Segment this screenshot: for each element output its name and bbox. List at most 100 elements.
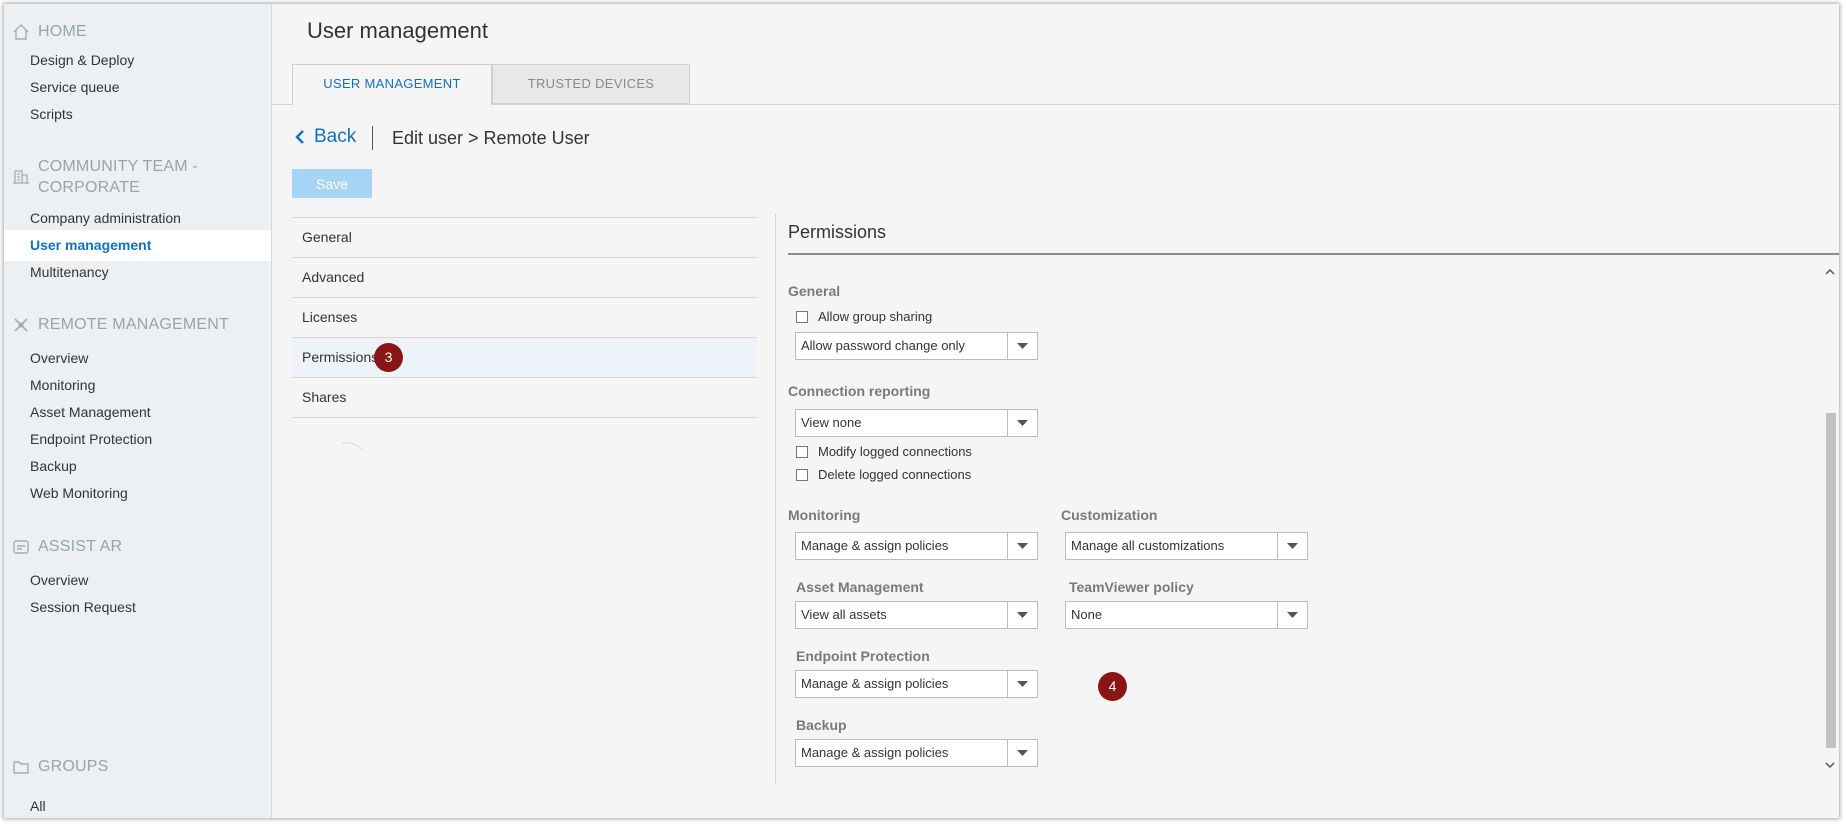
permissions-scrollbar[interactable] (1823, 266, 1837, 771)
back-label: Back (314, 126, 357, 147)
breadcrumb: Edit user > Remote User (392, 128, 590, 148)
save-button[interactable]: Save (292, 169, 372, 198)
dropdown-button[interactable] (1007, 410, 1037, 436)
caret-down-icon (1017, 750, 1028, 756)
chevron-down-icon[interactable] (1824, 759, 1836, 771)
dropdown-button[interactable] (1007, 602, 1037, 628)
delete-logged-connections-checkbox[interactable] (796, 468, 808, 481)
menu-item-general[interactable]: General (292, 218, 757, 258)
menu-item-shares[interactable]: Shares (292, 378, 757, 418)
teamviewer-policy-select[interactable]: None (1065, 601, 1308, 629)
menu-item-label: Advanced (302, 269, 365, 285)
caret-down-icon (1017, 420, 1028, 426)
connection-reporting-select[interactable]: View none (795, 409, 1038, 437)
select-value: None (1071, 607, 1103, 622)
home-icon (13, 24, 29, 40)
menu-item-label: Shares (302, 389, 347, 405)
chevron-left-icon (295, 130, 304, 144)
tab-trusted-devices[interactable]: TRUSTED DEVICES (492, 64, 690, 104)
group-label-general: General (788, 283, 841, 299)
sidebar-section-home[interactable]: HOME (12, 21, 87, 42)
allow-group-sharing-checkbox[interactable] (796, 310, 808, 323)
app-window: HOME Design & Deploy Service queue Scrip… (4, 4, 1839, 818)
sidebar-section-title-line2: CORPORATE (38, 179, 140, 196)
customization-select[interactable]: Manage all customizations (1065, 532, 1308, 560)
select-value: Manage & assign policies (801, 538, 949, 553)
settings-menu: General Advanced Licenses Permissions 3 … (292, 217, 757, 418)
assist-ar-icon (13, 540, 29, 554)
group-label-customization: Customization (1061, 507, 1158, 523)
breadcrumb-divider (372, 126, 373, 150)
sidebar-item-multitenancy[interactable]: Multitenancy (4, 257, 271, 288)
dropdown-button[interactable] (1007, 740, 1037, 766)
permissions-title: Permissions (788, 222, 887, 242)
sidebar-item-web-monitoring[interactable]: Web Monitoring (4, 478, 271, 509)
loading-arc-icon (341, 441, 363, 450)
caret-down-icon (1017, 343, 1028, 349)
dropdown-button[interactable] (1007, 533, 1037, 559)
sidebar-item-all[interactable]: All (4, 791, 271, 818)
back-link[interactable]: Back (294, 126, 356, 148)
group-label-backup: Backup (796, 717, 847, 733)
sidebar-section-remote-management[interactable]: REMOTE MANAGEMENT (12, 314, 229, 335)
delete-logged-connections-row: Delete logged connections (796, 467, 971, 482)
caret-down-icon (1017, 612, 1028, 618)
menu-item-label: General (302, 229, 352, 245)
caret-down-icon (1017, 681, 1028, 687)
tab-bar-divider (272, 104, 1839, 105)
select-value: Manage & assign policies (801, 745, 949, 760)
callout-badge-4: 4 (1098, 672, 1127, 701)
main-content: User management USER MANAGEMENT TRUSTED … (272, 4, 1839, 818)
menu-item-label: Permissions (302, 349, 379, 365)
modify-logged-connections-checkbox[interactable] (796, 445, 808, 458)
panel-divider (775, 214, 776, 784)
checkbox-label: Allow group sharing (818, 309, 933, 324)
modify-logged-connections-row: Modify logged connections (796, 444, 972, 459)
sidebar-section-assist-ar[interactable]: ASSIST AR (12, 536, 122, 557)
building-icon (13, 170, 29, 184)
tab-user-management[interactable]: USER MANAGEMENT (292, 64, 492, 105)
sidebar-item-session-request[interactable]: Session Request (4, 592, 271, 623)
folder-icon (13, 761, 29, 774)
sidebar-section-groups[interactable]: GROUPS (12, 756, 109, 777)
backup-select[interactable]: Manage & assign policies (795, 739, 1038, 767)
asset-management-select[interactable]: View all assets (795, 601, 1038, 629)
caret-down-icon (1017, 543, 1028, 549)
sidebar-section-title: REMOTE MANAGEMENT (38, 316, 229, 333)
permissions-title-rule (788, 253, 1839, 255)
chevron-up-icon[interactable] (1824, 266, 1836, 278)
menu-item-label: Licenses (302, 309, 358, 325)
sidebar: HOME Design & Deploy Service queue Scrip… (4, 4, 272, 818)
sidebar-item-scripts[interactable]: Scripts (4, 99, 271, 130)
scrollbar-thumb[interactable] (1826, 413, 1836, 748)
checkbox-label: Delete logged connections (818, 467, 972, 482)
page-title: User management (307, 18, 488, 43)
sidebar-section-title: ASSIST AR (38, 538, 123, 555)
checkbox-label: Modify logged connections (818, 444, 972, 459)
sidebar-section-title: HOME (38, 23, 87, 40)
remote-management-icon (14, 318, 28, 332)
menu-item-advanced[interactable]: Advanced (292, 258, 757, 298)
allow-group-sharing-row: Allow group sharing (796, 309, 932, 324)
caret-down-icon (1287, 543, 1298, 549)
sidebar-section-title: GROUPS (38, 758, 109, 775)
menu-item-licenses[interactable]: Licenses (292, 298, 757, 338)
sidebar-section-title-line1: COMMUNITY TEAM - (38, 158, 198, 175)
endpoint-protection-select[interactable]: Manage & assign policies (795, 670, 1038, 698)
sidebar-section-company[interactable]: COMMUNITY TEAM - CORPORATE (12, 156, 198, 198)
group-label-asset-management: Asset Management (796, 579, 924, 595)
dropdown-button[interactable] (1277, 533, 1307, 559)
select-value: Manage & assign policies (801, 676, 949, 691)
group-label-monitoring: Monitoring (788, 507, 861, 523)
select-value: View none (801, 415, 862, 430)
caret-down-icon (1287, 612, 1298, 618)
dropdown-button[interactable] (1277, 602, 1307, 628)
menu-item-permissions[interactable]: Permissions 3 (292, 338, 757, 378)
dropdown-button[interactable] (1007, 671, 1037, 697)
select-value: Allow password change only (801, 338, 966, 353)
password-permission-select[interactable]: Allow password change only (795, 332, 1038, 360)
monitoring-select[interactable]: Manage & assign policies (795, 532, 1038, 560)
group-label-connection-reporting: Connection reporting (788, 383, 931, 399)
select-value: Manage all customizations (1071, 538, 1225, 553)
dropdown-button[interactable] (1007, 333, 1037, 359)
